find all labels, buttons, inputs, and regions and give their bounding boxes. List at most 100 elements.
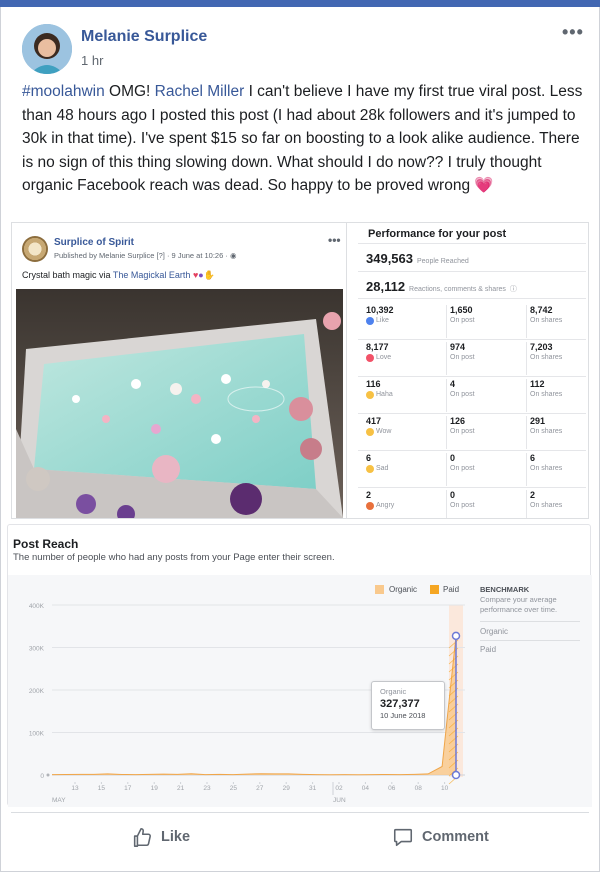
legend-paid[interactable]: Paid (443, 585, 459, 594)
reaction-value: 974 (450, 342, 466, 352)
reaction-total: 10,392 Like (366, 305, 444, 338)
legend-organic-swatch (375, 585, 384, 594)
reaction-value: 0 (450, 453, 456, 463)
page-avatar (22, 236, 48, 262)
action-divider (11, 812, 589, 813)
reaction-total: 8,177 Love (366, 342, 444, 375)
performance-panel: Performance for your post 349,563 People … (348, 223, 588, 518)
reaction-on-shares: 112 On shares (526, 379, 588, 412)
love-reaction-icon (366, 353, 374, 362)
thumbs-up-icon (133, 827, 151, 847)
mention-link[interactable]: Rachel Miller (155, 83, 245, 100)
meta-text: Published by Melanie Surplice [?] · 9 Ju… (54, 251, 230, 260)
wow-reaction-icon (366, 427, 374, 436)
reaction-label: Wow (366, 427, 444, 436)
benchmark-subtitle: Compare your average performance over ti… (480, 595, 558, 614)
like-reaction-icon (366, 316, 374, 325)
engagements-label: Reactions, comments & shares (409, 286, 506, 293)
reaction-row-wow: 417 Wow 126 On post 291 On shares (358, 414, 586, 451)
reaction-on-shares: 291 On shares (526, 416, 588, 449)
post-text: #moolahwin OMG! Rachel Miller I can't be… (22, 80, 588, 198)
divider (358, 271, 586, 272)
reaction-label: On shares (530, 502, 563, 509)
reaction-value: 112 (530, 379, 545, 389)
reaction-value: 126 (450, 416, 466, 426)
benchmark-title: BENCHMARK (480, 585, 530, 594)
reaction-value: 0 (450, 490, 456, 500)
reaction-label: On shares (530, 465, 563, 472)
more-options-icon[interactable]: ••• (562, 22, 584, 43)
reaction-value: 2 (530, 490, 536, 500)
reaction-value: 417 (366, 416, 382, 426)
post-text-part: OMG! (104, 83, 155, 100)
reaction-label: On post (450, 391, 475, 398)
reaction-value: 10,392 (366, 305, 394, 315)
reaction-label: Sad (366, 464, 444, 473)
reaction-on-shares: 8,742 On shares (526, 305, 588, 338)
divider (358, 243, 586, 244)
reaction-label: On shares (530, 391, 563, 398)
top-accent-bar (0, 0, 600, 7)
reaction-row-haha: 116 Haha 4 On post 112 On shares (358, 377, 586, 414)
reaction-value: 4 (450, 379, 456, 389)
post-timestamp[interactable]: 1 hr (81, 53, 103, 68)
shared-post-preview: Surplice of Spirit Published by Melanie … (12, 223, 347, 518)
reaction-value: 8,177 (366, 342, 389, 352)
reaction-label: On post (450, 428, 475, 435)
reaction-label: Like (366, 316, 444, 325)
reaction-value: 8,742 (530, 305, 553, 315)
reaction-value: 6 (366, 453, 372, 463)
caption-text: Crystal bath magic via (22, 270, 113, 280)
reaction-total: 417 Wow (366, 416, 444, 449)
reaction-row-like: 10,392 Like 1,650 On post 8,742 On shares (358, 303, 586, 340)
reaction-label: Love (366, 353, 444, 362)
shared-post-caption: Crystal bath magic via The Magickal Eart… (22, 270, 215, 281)
reaction-total: 116 Haha (366, 379, 444, 412)
reaction-total: 6 Sad (366, 453, 444, 486)
reaction-label: Angry (366, 501, 444, 510)
reach-subtitle: The number of people who had any posts f… (13, 552, 335, 563)
info-icon: ⓘ (509, 286, 517, 293)
reaction-on-post: 0 On post (446, 453, 524, 486)
bath-photo (16, 289, 343, 518)
reaction-value: 7,203 (530, 342, 553, 352)
benchmark-paid[interactable]: Paid (480, 645, 496, 654)
mini-more-icon: ••• (328, 233, 341, 247)
reaction-value: 116 (366, 379, 381, 389)
divider (358, 298, 586, 299)
hashtag-link[interactable]: #moolahwin (22, 83, 105, 100)
post-reach-card: Post Reach The number of people who had … (7, 524, 592, 807)
reaction-label: On shares (530, 354, 563, 361)
author-name[interactable]: Melanie Surplice (81, 28, 207, 46)
reaction-row-sad: 6 Sad 0 On post 6 On shares (358, 451, 586, 488)
divider (480, 621, 580, 622)
comment-icon (393, 828, 413, 847)
reaction-row-love: 8,177 Love 974 On post 7,203 On shares (358, 340, 586, 377)
reaction-row-angry: 2 Angry 0 On post 2 On shares (358, 488, 588, 518)
reaction-total: 2 Angry (366, 490, 444, 518)
caption-link: The Magickal Earth (112, 270, 191, 280)
attached-image[interactable]: Surplice of Spirit Published by Melanie … (11, 222, 589, 519)
reaction-label: On post (450, 502, 475, 509)
reaction-on-post: 1,650 On post (446, 305, 524, 338)
reaction-value: 291 (530, 416, 546, 426)
comment-button[interactable]: Comment (392, 822, 489, 852)
chart-tooltip: Organic 327,377 10 June 2018 (371, 681, 445, 730)
avatar[interactable] (22, 24, 72, 74)
reaction-value: 1,650 (450, 305, 473, 315)
reaction-value: 2 (366, 490, 372, 500)
like-label: Like (161, 829, 191, 845)
like-button[interactable]: Like (131, 822, 190, 852)
sad-reaction-icon (366, 464, 374, 473)
angry-reaction-icon (366, 501, 374, 510)
reaction-on-shares: 2 On shares (526, 490, 588, 518)
comment-label: Comment (422, 829, 489, 845)
legend-organic[interactable]: Organic (389, 585, 417, 594)
benchmark-organic[interactable]: Organic (480, 627, 508, 636)
people-reached-label: People Reached (417, 258, 469, 265)
reaction-on-post: 0 On post (446, 490, 524, 518)
globe-icon: ◉ (229, 251, 237, 260)
reaction-on-post: 4 On post (446, 379, 524, 412)
people-reached: 349,563 People Reached (366, 251, 469, 266)
reaction-label: On shares (530, 428, 563, 435)
